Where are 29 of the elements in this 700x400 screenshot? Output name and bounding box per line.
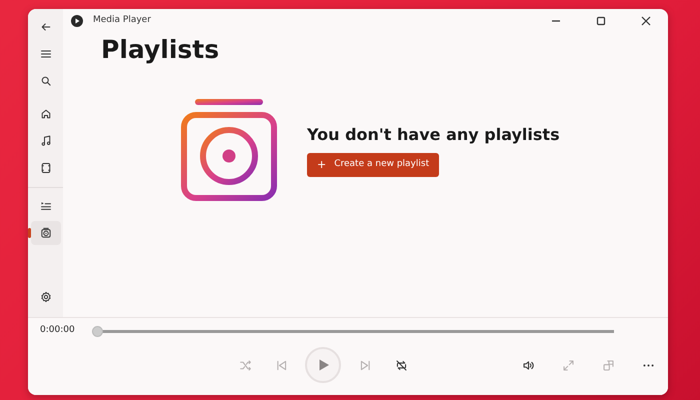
- nav-item[interactable]: [30, 221, 60, 245]
- maximize-icon: [596, 16, 606, 26]
- settings-icon: [40, 291, 52, 303]
- home-icon: [40, 108, 52, 120]
- create-playlist-button[interactable]: + Create a new playlist: [307, 152, 440, 178]
- back-arrow-icon: [40, 21, 52, 33]
- plus-icon: +: [317, 156, 326, 174]
- next-icon: [358, 358, 372, 372]
- playlist-icon: [40, 227, 52, 239]
- mini-player-icon: [602, 358, 614, 372]
- playlist-icon: [181, 99, 277, 201]
- shuffle-icon: [238, 358, 252, 372]
- repeat-off-icon: [394, 358, 408, 372]
- menu-icon: [40, 48, 52, 60]
- expand-icon: [562, 358, 574, 372]
- volume-icon: [522, 358, 534, 372]
- search-icon: [40, 75, 52, 87]
- app-logo-icon: [71, 15, 83, 27]
- window-title: Media Player: [93, 14, 151, 28]
- close-icon: [640, 16, 650, 26]
- film-icon: [40, 162, 52, 174]
- music-note-icon: [40, 135, 52, 147]
- previous-icon: [274, 358, 288, 372]
- play-queue-icon: [40, 200, 52, 212]
- page-title: Playlists: [101, 35, 220, 65]
- elapsed-time: 0:00:00: [40, 324, 76, 338]
- play-button[interactable]: [305, 347, 341, 383]
- empty-message: You don't have any playlists: [307, 124, 560, 146]
- seek-thumb[interactable]: [92, 326, 103, 336]
